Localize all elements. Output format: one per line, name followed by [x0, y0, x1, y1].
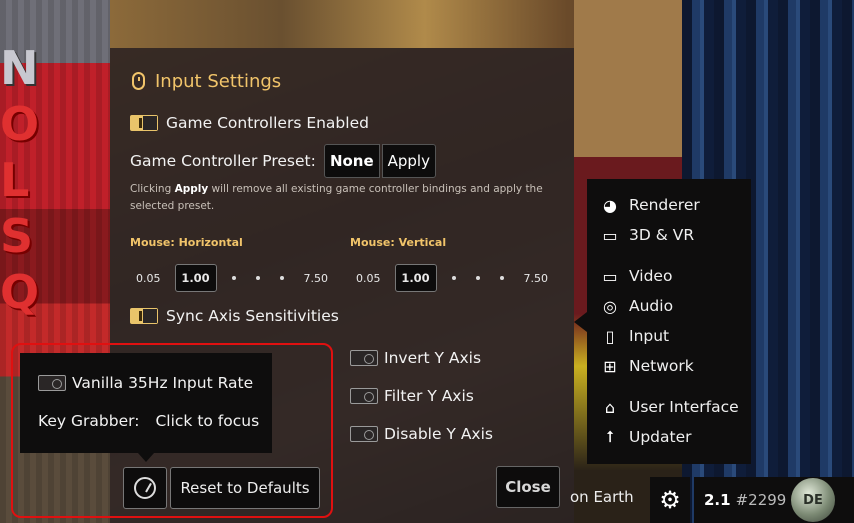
- disable-y-label: Disable Y Axis: [384, 425, 493, 443]
- controller-preset-label: Game Controller Preset:: [130, 152, 316, 170]
- version-number: 2.1: [704, 491, 731, 509]
- slider-tick: [231, 276, 236, 280]
- gear-icon: ⚙: [659, 486, 681, 514]
- vr-goggles-icon: ▭: [602, 225, 618, 245]
- menu-item-updater[interactable]: ⭡ Updater: [599, 426, 691, 448]
- mouse-vertical-slider[interactable]: 0.05 1.00 7.50: [356, 264, 548, 292]
- invert-y-label: Invert Y Axis: [384, 349, 482, 367]
- highlight-outline: [11, 343, 333, 518]
- mouse-icon: ▯: [605, 326, 615, 346]
- menu-item-3d-vr[interactable]: ▭ 3D & VR: [599, 224, 694, 246]
- disable-y-row[interactable]: Disable Y Axis: [350, 425, 493, 443]
- menu-item-user-interface[interactable]: ⌂ User Interface: [599, 396, 739, 418]
- slider-max: 7.50: [523, 271, 549, 285]
- preset-select[interactable]: None: [323, 144, 380, 178]
- background-title-art: NOLSQ: [0, 41, 39, 319]
- upload-arrow-icon: ⭡: [606, 427, 614, 446]
- invert-y-toggle[interactable]: [350, 350, 378, 366]
- slider-tick: [475, 276, 480, 280]
- slider-tick: [255, 276, 260, 280]
- slider-tick: [499, 276, 504, 280]
- sync-axis-row[interactable]: Sync Axis Sensitivities: [130, 307, 339, 325]
- game-controllers-toggle[interactable]: [130, 115, 158, 131]
- dialog-title-text: Input Settings: [155, 70, 282, 92]
- slider-max: 7.50: [303, 271, 329, 285]
- slider-value[interactable]: 1.00: [174, 264, 217, 292]
- menu-item-video[interactable]: ▭ Video: [599, 265, 672, 287]
- sync-axis-label: Sync Axis Sensitivities: [166, 307, 339, 325]
- mouse-vertical-label: Mouse: Vertical: [350, 236, 447, 249]
- filter-y-row[interactable]: Filter Y Axis: [350, 387, 474, 405]
- controller-preset-row: Game Controller Preset: None Apply: [130, 144, 436, 178]
- slider-value[interactable]: 1.00: [394, 264, 437, 292]
- slider-tick: [279, 276, 284, 280]
- menu-pointer: [574, 312, 587, 332]
- build-number: #2299: [735, 491, 787, 509]
- speaker-icon: ◎: [603, 296, 617, 316]
- game-controllers-label: Game Controllers Enabled: [166, 114, 369, 132]
- slider-tick: [451, 276, 456, 280]
- menu-item-renderer[interactable]: ◕ Renderer: [599, 194, 700, 216]
- close-button[interactable]: Close: [496, 466, 560, 508]
- settings-gear-button[interactable]: ⚙: [650, 477, 690, 523]
- mouse-horizontal-slider[interactable]: 0.05 1.00 7.50: [136, 264, 328, 292]
- mouse-icon: [132, 72, 145, 90]
- home-icon: ⌂: [604, 397, 616, 417]
- game-status-text: on Earth: [570, 488, 634, 506]
- slider-min: 0.05: [136, 271, 161, 285]
- settings-menu: ◕ Renderer ▭ 3D & VR ▭ Video ◎ Audio ▯ I…: [587, 179, 751, 464]
- invert-y-row[interactable]: Invert Y Axis: [350, 349, 481, 367]
- menu-item-input[interactable]: ▯ Input: [599, 325, 670, 347]
- app-logo[interactable]: DE: [791, 478, 835, 522]
- mouse-horizontal-label: Mouse: Horizontal: [130, 236, 243, 249]
- dialog-title: Input Settings: [132, 68, 281, 94]
- menu-item-audio[interactable]: ◎ Audio: [599, 295, 673, 317]
- renderer-icon: ◕: [603, 195, 617, 215]
- apply-hint: Clicking Apply will remove all existing …: [130, 183, 543, 212]
- menu-item-network[interactable]: ⊞ Network: [599, 355, 693, 377]
- sync-axis-toggle[interactable]: [130, 308, 158, 324]
- disable-y-toggle[interactable]: [350, 426, 378, 442]
- monitor-icon: ▭: [602, 266, 618, 286]
- filter-y-label: Filter Y Axis: [384, 387, 474, 405]
- apply-button[interactable]: Apply: [381, 144, 436, 178]
- network-icon: ⊞: [603, 356, 617, 376]
- slider-min: 0.05: [356, 271, 381, 285]
- filter-y-toggle[interactable]: [350, 388, 378, 404]
- game-controllers-row[interactable]: Game Controllers Enabled: [130, 114, 369, 132]
